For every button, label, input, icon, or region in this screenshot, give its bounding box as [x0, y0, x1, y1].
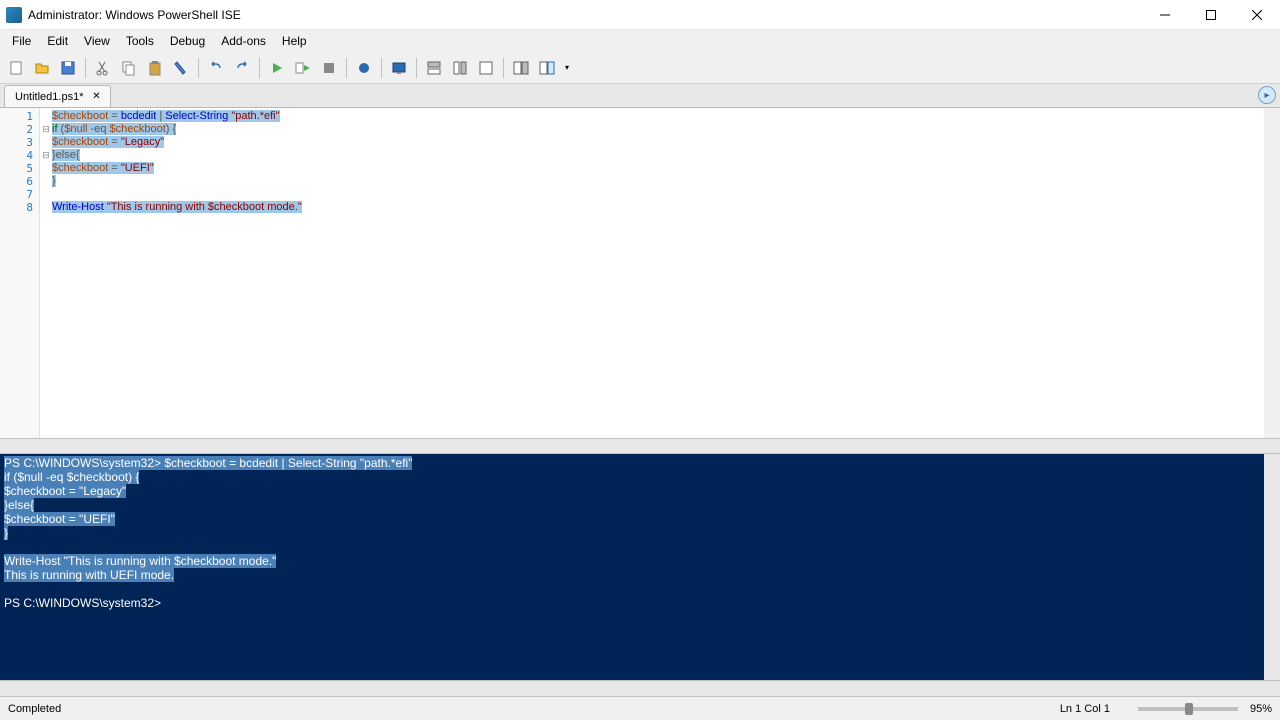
editor-vscrollbar[interactable]: [1264, 108, 1280, 438]
pane-divider[interactable]: [0, 438, 1280, 454]
zoom-thumb[interactable]: [1185, 703, 1193, 715]
line-number: 1: [0, 110, 39, 123]
window-title: Administrator: Windows PowerShell ISE: [28, 8, 1142, 22]
menu-tools[interactable]: Tools: [118, 32, 162, 50]
console-line[interactable]: This is running with UEFI mode.: [4, 568, 1276, 582]
zoom-value: 95%: [1250, 703, 1272, 715]
console-vscrollbar[interactable]: [1264, 454, 1280, 680]
toolbar: ▾: [0, 52, 1280, 84]
code-line[interactable]: Write-Host "This is running with $checkb…: [52, 201, 1280, 214]
show-command-addon-icon[interactable]: [535, 56, 559, 80]
run-selection-icon[interactable]: [291, 56, 315, 80]
console-line[interactable]: [4, 582, 1276, 596]
cut-icon[interactable]: [91, 56, 115, 80]
window-controls: [1142, 0, 1280, 30]
breakpoint-icon[interactable]: [352, 56, 376, 80]
code-line[interactable]: if ($null -eq $checkboot) {: [52, 123, 1280, 136]
show-command-icon[interactable]: [509, 56, 533, 80]
code-line[interactable]: $checkboot = "UEFI": [52, 162, 1280, 175]
zoom-slider[interactable]: [1138, 707, 1238, 711]
fold-toggle: [40, 162, 52, 175]
console-line[interactable]: PS C:\WINDOWS\system32> $checkboot = bcd…: [4, 456, 1276, 470]
menu-help[interactable]: Help: [274, 32, 315, 50]
console-line[interactable]: $checkboot = "UEFI": [4, 512, 1276, 526]
line-number: 3: [0, 136, 39, 149]
stop-icon[interactable]: [317, 56, 341, 80]
app-icon: [6, 7, 22, 23]
run-icon[interactable]: [265, 56, 289, 80]
console-line[interactable]: [4, 540, 1276, 554]
menu-file[interactable]: File: [4, 32, 39, 50]
code-line[interactable]: }else{: [52, 149, 1280, 162]
console-pane[interactable]: PS C:\WINDOWS\system32> $checkboot = bcd…: [0, 454, 1280, 680]
undo-icon[interactable]: [204, 56, 228, 80]
cursor-position: Ln 1 Col 1: [1060, 703, 1110, 715]
menu-addons[interactable]: Add-ons: [213, 32, 274, 50]
tab-bar: Untitled1.ps1* ✕ ▸: [0, 84, 1280, 108]
save-icon[interactable]: [56, 56, 80, 80]
fold-toggle: [40, 188, 52, 201]
minimize-button[interactable]: [1142, 0, 1188, 30]
line-number: 7: [0, 188, 39, 201]
tab-label: Untitled1.ps1*: [15, 91, 84, 103]
clear-icon[interactable]: [169, 56, 193, 80]
redo-icon[interactable]: [230, 56, 254, 80]
console-line[interactable]: $checkboot = "Legacy": [4, 484, 1276, 498]
fold-toggle[interactable]: ⊟: [40, 123, 52, 136]
code-line[interactable]: $checkboot = "Legacy": [52, 136, 1280, 149]
status-message: Completed: [8, 703, 1060, 715]
line-number: 2: [0, 123, 39, 136]
console-line[interactable]: PS C:\WINDOWS\system32>: [4, 596, 1276, 610]
title-bar: Administrator: Windows PowerShell ISE: [0, 0, 1280, 30]
new-remote-icon[interactable]: [387, 56, 411, 80]
console-line[interactable]: }else{: [4, 498, 1276, 512]
line-gutter: 12345678: [0, 108, 40, 438]
fold-toggle: [40, 201, 52, 214]
script-tab[interactable]: Untitled1.ps1* ✕: [4, 85, 111, 107]
maximize-button[interactable]: [1188, 0, 1234, 30]
console-line[interactable]: Write-Host "This is running with $checkb…: [4, 554, 1276, 568]
line-number: 8: [0, 201, 39, 214]
code-line[interactable]: [52, 188, 1280, 201]
fold-toggle: [40, 110, 52, 123]
line-number: 5: [0, 162, 39, 175]
line-number: 4: [0, 149, 39, 162]
code-area[interactable]: $checkboot = bcdedit | Select-String "pa…: [52, 108, 1280, 438]
new-icon[interactable]: [4, 56, 28, 80]
close-button[interactable]: [1234, 0, 1280, 30]
fold-toggle: [40, 175, 52, 188]
fold-toggle: [40, 136, 52, 149]
code-line[interactable]: $checkboot = bcdedit | Select-String "pa…: [52, 110, 1280, 123]
status-bar: Completed Ln 1 Col 1 95%: [0, 696, 1280, 720]
fold-toggle[interactable]: ⊟: [40, 149, 52, 162]
line-number: 6: [0, 175, 39, 188]
console-line[interactable]: if ($null -eq $checkboot) {: [4, 470, 1276, 484]
open-icon[interactable]: [30, 56, 54, 80]
console-line[interactable]: }: [4, 526, 1276, 540]
fold-column: ⊟⊟: [40, 108, 52, 438]
menu-edit[interactable]: Edit: [39, 32, 76, 50]
show-script-max-icon[interactable]: [474, 56, 498, 80]
show-script-top-icon[interactable]: [422, 56, 446, 80]
tab-close-icon[interactable]: ✕: [90, 90, 104, 104]
show-script-right-icon[interactable]: [448, 56, 472, 80]
console-hscroll[interactable]: [0, 680, 1280, 696]
copy-icon[interactable]: [117, 56, 141, 80]
menu-view[interactable]: View: [76, 32, 118, 50]
menu-debug[interactable]: Debug: [162, 32, 213, 50]
paste-icon[interactable]: [143, 56, 167, 80]
toolbar-overflow[interactable]: ▾: [561, 56, 573, 80]
code-line[interactable]: }: [52, 175, 1280, 188]
commands-addon-toggle[interactable]: ▸: [1258, 86, 1276, 104]
script-editor[interactable]: 12345678 ⊟⊟ $checkboot = bcdedit | Selec…: [0, 108, 1280, 438]
menu-bar: File Edit View Tools Debug Add-ons Help: [0, 30, 1280, 52]
